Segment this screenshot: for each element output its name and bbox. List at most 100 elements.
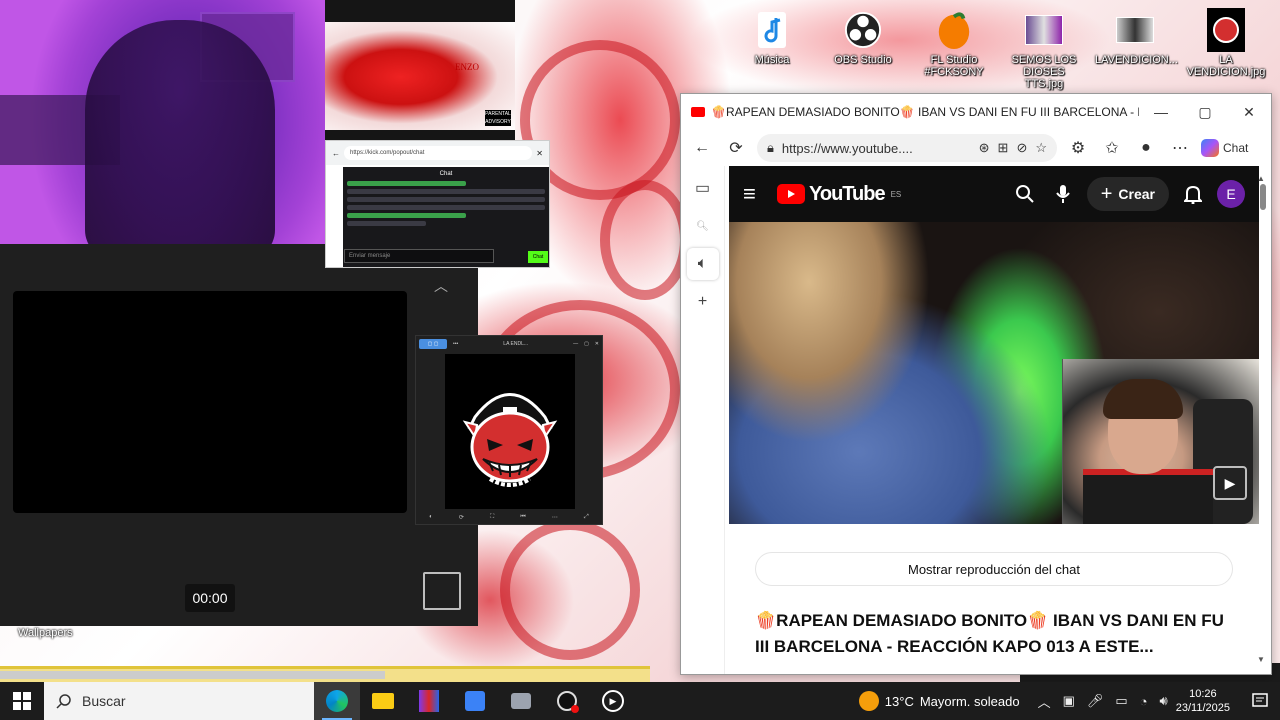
more-menu-icon[interactable]: ⋯ (1167, 135, 1193, 161)
image-file-icon (1025, 8, 1063, 52)
video-title[interactable]: 🍿RAPEAN DEMASIADO BONITO🍿 IBAN VS DANI E… (755, 608, 1233, 660)
copilot-button[interactable]: Chat (1201, 139, 1248, 157)
taskbar-camera[interactable] (498, 682, 544, 720)
camera-tray-icon[interactable]: ▣ (1063, 693, 1075, 709)
fit-icon[interactable]: ⛶ (490, 514, 494, 521)
minimize-icon[interactable]: — (573, 341, 578, 347)
taskbar-edge[interactable] (314, 682, 360, 720)
tracking-icon[interactable]: ⊘ (1016, 140, 1027, 156)
winrar-icon (419, 690, 439, 712)
viewer-edit-button[interactable]: ▢ ▢ (419, 339, 447, 349)
taskbar-winrar[interactable] (406, 682, 452, 720)
extensions-icon[interactable]: ⚙ (1065, 135, 1091, 161)
chat-send-button[interactable]: Chat (528, 251, 548, 263)
album-top-bar (325, 0, 515, 22)
taskbar-clock[interactable]: 10:26 23/11/2025 (1176, 687, 1230, 715)
viewer-titlebar: ▢ ▢ ••• LA ENDL... — ▢ ✕ (416, 336, 602, 352)
scroll-up-icon[interactable]: ▲ (1257, 174, 1265, 183)
favorites-icon[interactable]: ✩ (1099, 135, 1125, 161)
close-icon[interactable]: ✕ (536, 149, 543, 158)
rotate-icon[interactable]: ⟳ (459, 514, 464, 521)
maximize-icon[interactable]: ▢ (584, 341, 589, 347)
fullscreen-icon[interactable]: ⤢ (584, 514, 589, 521)
display-icon[interactable]: ▭ (1115, 693, 1127, 709)
search-icon[interactable] (1011, 180, 1039, 208)
apps-icon[interactable]: ⊞ (998, 140, 1009, 156)
youtube-logo[interactable]: YouTube ES (777, 183, 901, 206)
copilot-icon (1201, 139, 1219, 157)
desktop-icon-musica[interactable]: Música (732, 8, 812, 66)
weather-widget[interactable]: 13°C Mayorm. soleado (858, 691, 1020, 711)
taskbar-search[interactable]: Buscar (44, 682, 314, 720)
page-scrollbar[interactable]: ▲ ▼ (1257, 174, 1267, 674)
video-player[interactable]: ▶ (729, 222, 1259, 524)
media-time: 00:00 (185, 584, 235, 612)
desktop-icon-lavendicion[interactable]: LAVENDICION... (1095, 8, 1178, 66)
desktop-icon-fl-studio[interactable]: FL Studio #FCKSONY (914, 8, 994, 78)
favorite-star-icon[interactable]: ☆ (1035, 140, 1047, 156)
chat-replay-button[interactable]: Mostrar reproducción del chat (755, 552, 1233, 586)
windows-icon (13, 692, 31, 710)
desktop-icon-semos[interactable]: SEMOS LOS DIOSES TTS.jpg (1004, 8, 1084, 90)
youtube-tab-icon (691, 107, 705, 117)
taskbar-obs[interactable] (544, 682, 590, 720)
more-icon[interactable]: ••• (453, 341, 458, 347)
start-button[interactable] (0, 682, 44, 720)
microphone-icon[interactable]: 🎤︎ (1087, 693, 1104, 709)
menu-icon[interactable]: ≡ (743, 181, 767, 207)
stop-button[interactable] (423, 572, 461, 610)
close-icon[interactable]: ✕ (595, 341, 599, 347)
viewer-title: LA ENDL... (503, 341, 529, 347)
edge-icon (326, 690, 348, 712)
media-player-video[interactable] (13, 291, 407, 513)
avatar[interactable]: E (1217, 180, 1245, 208)
desktop-icon-obs[interactable]: OBS Studio (823, 8, 903, 66)
address-url[interactable]: https://www.youtube.... (782, 141, 971, 156)
taskbar-search-placeholder: Buscar (82, 693, 126, 709)
search-icon[interactable]: 🔍︎ (687, 210, 719, 242)
more-icon[interactable]: ⋯ (552, 514, 558, 521)
bell-icon[interactable] (1179, 180, 1207, 208)
wallpaper-swirl (600, 180, 690, 300)
minimize-button[interactable]: — (1139, 94, 1183, 130)
chat-popup-window: ← https://kick.com/popout/chat ✕ Chat En… (325, 140, 550, 268)
scroll-thumb[interactable] (1260, 184, 1266, 210)
desktop-icon-label: LA VENDICION.jpg (1186, 54, 1266, 78)
speaker-icon[interactable]: 🔈︎ (686, 248, 719, 280)
album-bottom-bar (325, 130, 515, 140)
create-button[interactable]: + Crear (1086, 177, 1169, 211)
browser-tab-title[interactable]: 🍿RAPEAN DEMASIADO BONITO🍿 IBAN VS DANI E… (705, 105, 1139, 119)
youtube-region: ES (890, 189, 902, 199)
add-icon[interactable]: + (687, 286, 719, 318)
profile-icon[interactable]: ● (1133, 135, 1159, 161)
next-video-button[interactable]: ▶ (1213, 466, 1247, 500)
wifi-icon[interactable]: ◔ (1140, 694, 1148, 709)
chat-popup-url[interactable]: https://kick.com/popout/chat (344, 146, 533, 160)
desktop-icon-la-vendicion[interactable]: LA VENDICION.jpg (1186, 8, 1266, 78)
desktop-icon-label: SEMOS LOS DIOSES TTS.jpg (1011, 54, 1077, 90)
maximize-button[interactable]: ▢ (1183, 94, 1227, 130)
taskbar-file-explorer[interactable] (360, 682, 406, 720)
microphone-icon[interactable] (1049, 180, 1077, 208)
obs-icon (557, 691, 579, 713)
back-icon[interactable]: ← (332, 149, 340, 158)
chevron-up-icon[interactable]: ︿ (1038, 692, 1051, 711)
sun-cloud-icon (858, 691, 879, 711)
address-bar[interactable]: 🔒︎ https://www.youtube.... ⊛ ⊞ ⊘ ☆ (757, 134, 1057, 162)
refresh-icon[interactable]: ⟳ (723, 135, 749, 161)
chevron-up-icon[interactable]: ︿ (434, 276, 448, 296)
taskbar-paint[interactable] (452, 682, 498, 720)
chat-input[interactable]: Enviar mensaje (344, 249, 494, 263)
notifications-icon[interactable] (1240, 693, 1280, 709)
taskbar-media-player[interactable]: ▶ (590, 682, 636, 720)
translate-icon[interactable]: ⊛ (979, 140, 990, 156)
close-button[interactable]: ✕ (1227, 94, 1271, 130)
browser-window: 🍿RAPEAN DEMASIADO BONITO🍿 IBAN VS DANI E… (680, 93, 1272, 675)
volume-icon[interactable]: 🔊︎ (1160, 693, 1168, 709)
scroll-down-icon[interactable]: ▼ (1257, 655, 1265, 664)
prev-icon[interactable]: ⏮ (520, 514, 525, 521)
back-arrow-icon[interactable]: ← (689, 135, 715, 161)
tabs-icon[interactable]: ▭ (687, 172, 719, 204)
zoom-icon[interactable]: ◐ (429, 514, 433, 520)
image-file-icon (1116, 8, 1154, 52)
